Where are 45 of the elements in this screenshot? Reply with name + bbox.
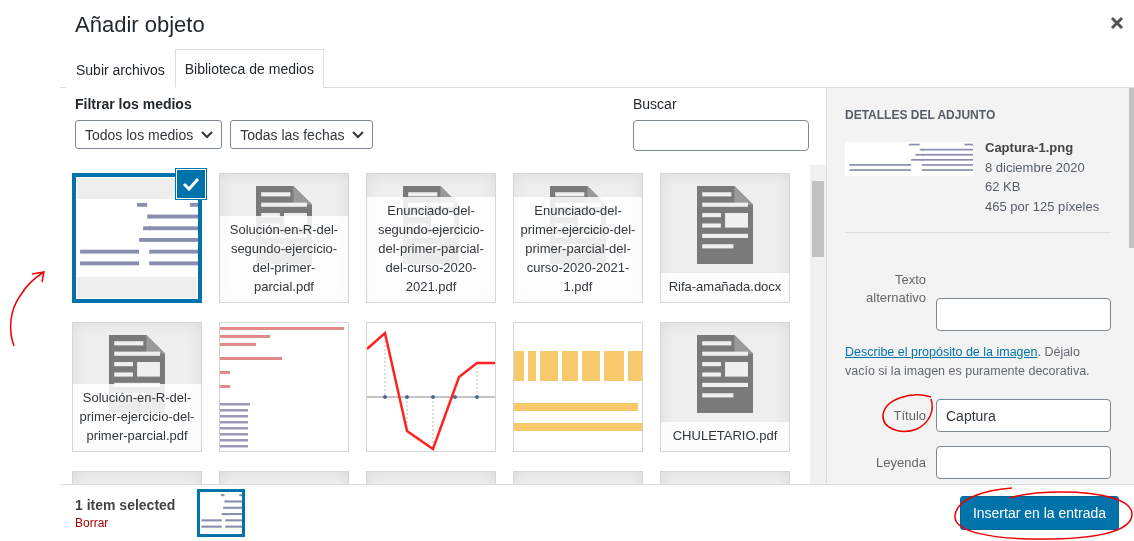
search-field[interactable] [633,120,809,151]
selection-count: 1 item selected [75,496,176,513]
file-name: CHULETARIO.pdf [661,422,789,451]
filter-heading: Filtrar los medios [75,96,193,114]
code-screenshot-thumbnail[interactable] [219,322,349,452]
chevron-down-icon [352,130,365,139]
clear-link[interactable]: Borrar [75,515,176,530]
field-label: Título [892,407,926,425]
insert-button[interactable]: Insertar en la entrada [959,496,1119,530]
document-icon [696,335,754,413]
file-name: Rifa-amañada.docx [661,273,789,302]
file-name: Solución-en-R-del-segundo-ejercicio-del-primer-parcial.pdf [220,216,348,302]
search-label: Buscar [633,96,678,114]
file-name: Enunciado-del-segundo-ejercicio-del-primer-parcial-del-curso-2020-2021.pdf [367,197,495,302]
document-icon [696,186,754,264]
date-select[interactable]: Todas las fechas [230,120,374,149]
chevron-down-icon [201,130,214,139]
document-tile[interactable]: Enunciado-del-segundo-ejercicio-del-primer-parcial-del-curso-2020-2021.pdf [366,173,496,303]
media-type-select[interactable]: Todos los medios [75,120,223,149]
document-tile[interactable]: Enunciado-del-primer-ejercicio-del-primer-parcial-del-curso-2020-2021-1.pdf [513,173,643,303]
scrollbar[interactable] [810,165,826,484]
alt-text-field[interactable] [936,298,1111,331]
modal-title: Añadir objeto [74,11,205,39]
field-label: Leyenda [875,454,926,472]
image-dimensions: 465 por 125 píxeles [985,197,1100,216]
tab[interactable]: Biblioteca de medios [174,49,324,88]
file-name: Captura-1.png [985,139,1075,157]
checkmark-icon[interactable] [176,169,206,199]
graph-thumbnail[interactable] [366,322,496,452]
selected-thumbnail[interactable] [197,489,246,537]
title-field[interactable]: Captura [936,399,1111,432]
upload-date: 8 diciembre 2020 [985,158,1086,177]
details-heading: DETALLES DEL ADJUNTO [845,108,997,124]
file-size: 62 KB [985,178,1022,196]
document-tile[interactable]: Solución-en-R-del-segundo-ejercicio-del-primer-parcial.pdf [219,173,349,303]
document-tile[interactable]: Rifa-amañada.docx [660,173,790,303]
caption-field[interactable] [936,446,1111,479]
file-name: Solución-en-R-del-primer-ejercicio-del-primer-parcial.pdf [73,384,201,451]
document-tile[interactable]: Solución-en-R-del-primer-ejercicio-del-primer-parcial.pdf [72,322,202,452]
help-text: Describe el propósito de la imagen. Déjalo vacío si la imagen es puramente decorativa. [845,344,1091,380]
file-name: Enunciado-del-primer-ejercicio-del-primer-parcial-del-curso-2020-2021-1.pdf [514,197,642,302]
banner-thumbnail[interactable] [513,322,643,452]
field-label: Texto alternativo [865,271,926,307]
document-tile[interactable]: CHULETARIO.pdf [660,322,790,452]
close-icon [1110,16,1124,30]
